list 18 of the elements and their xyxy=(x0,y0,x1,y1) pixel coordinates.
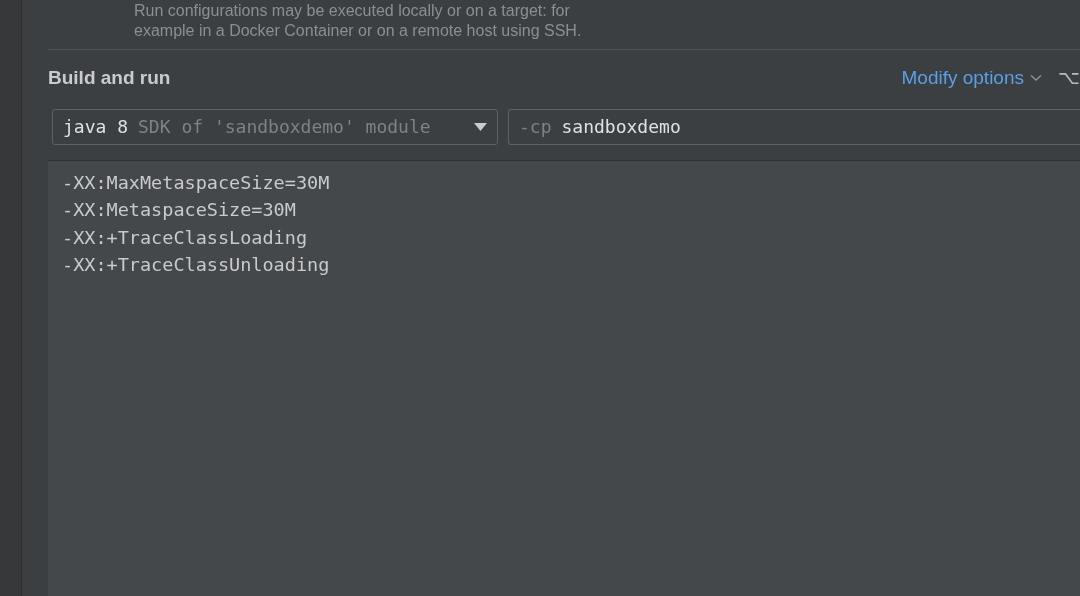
chevron-down-icon xyxy=(1030,74,1042,83)
vm-options-field[interactable]: -XX:MaxMetaspaceSize=30M -XX:MetaspaceSize=30M -XX:+TraceClassLoading -XX:+TraceClassUnloading xyxy=(48,159,1080,596)
modify-options-link[interactable]: Modify options xyxy=(901,64,1042,93)
classpath-value: sandboxdemo xyxy=(561,115,681,139)
vm-option-line: -XX:+TraceClassUnloading xyxy=(62,254,330,275)
shortcut-hint: ⌥ xyxy=(1058,66,1080,90)
vm-option-line: -XX:+TraceClassLoading xyxy=(62,226,308,248)
classpath-field[interactable]: -cp sandboxdemo xyxy=(508,108,1080,145)
sdk-hint: SDK of 'sandboxdemo' module xyxy=(138,115,431,139)
classpath-prefix: -cp xyxy=(519,115,552,139)
vm-option-line: -XX:MaxMetaspaceSize=30M xyxy=(62,171,330,193)
description-text: Run configurations may be executed locally or on a target: for xyxy=(134,1,571,21)
sdk-value: java 8 xyxy=(63,115,129,139)
vm-option-line: -XX:MetaspaceSize=30M xyxy=(62,199,296,220)
sdk-dropdown[interactable]: java 8 SDK of 'sandboxdemo' module xyxy=(52,108,498,145)
dropdown-arrow-icon xyxy=(474,122,487,131)
section-title: Build and run xyxy=(48,66,171,90)
description-text: example in a Docker Container or on a remote host using SSH. xyxy=(134,21,583,41)
